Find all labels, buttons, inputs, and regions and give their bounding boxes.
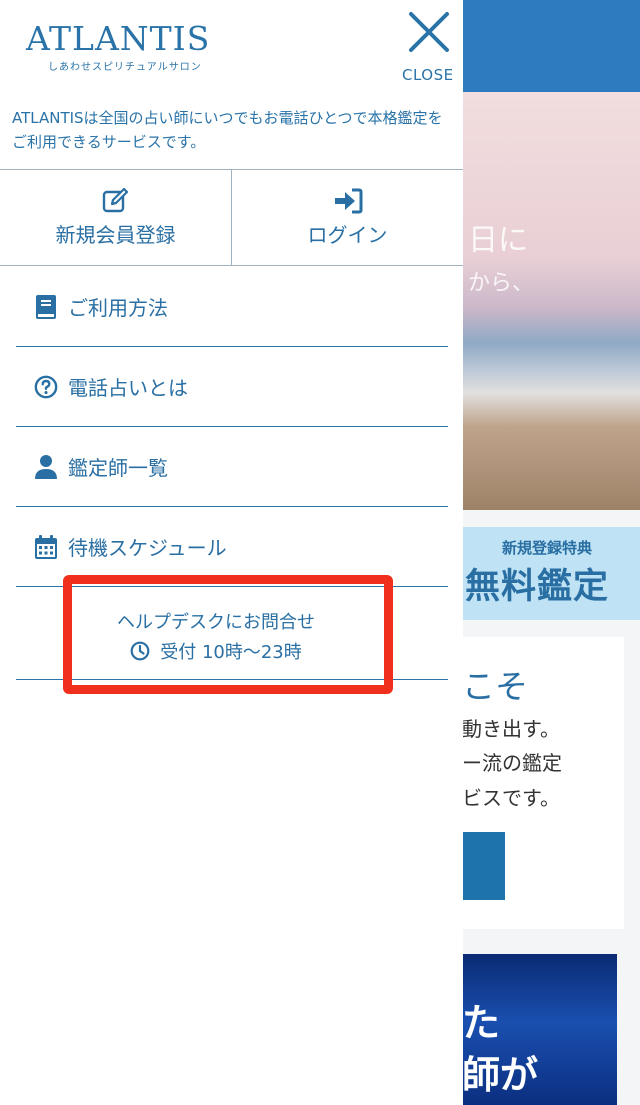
hero-text-line-2: から、 — [468, 271, 535, 296]
menu-item-how-to-use[interactable]: ご利用方法 — [16, 267, 448, 347]
auth-actions: 新規会員登録 ログイン — [0, 169, 463, 266]
book-icon — [34, 294, 58, 320]
clock-icon — [130, 641, 150, 661]
campaign-title: 無料鑑定 — [465, 567, 610, 607]
intro-card-heading: こそ — [462, 667, 528, 706]
bottom-banner-line-1: た — [462, 1001, 501, 1045]
close-label: CLOSE — [402, 66, 454, 84]
helpdesk-hours: 受付 10時〜23時 — [160, 642, 302, 663]
intro-card-button[interactable] — [463, 832, 505, 900]
login-icon — [334, 188, 362, 214]
menu-item-label: 鑑定師一覧 — [68, 456, 168, 480]
menu-item-label: 待機スケジュール — [68, 536, 227, 560]
intro-card-line-3: ビスです。 — [462, 786, 560, 810]
logo-title: ATLANTIS — [26, 19, 211, 58]
helpdesk-contact[interactable]: ヘルプデスクにお問合せ 受付 10時〜23時 — [16, 590, 448, 680]
user-icon — [34, 454, 58, 480]
navigation-drawer: ATLANTIS しあわせスピリチュアルサロン CLOSE ATLANTISは全… — [0, 0, 463, 1105]
campaign-subtitle: 新規登録特典 — [502, 539, 593, 557]
menu-item-fortune-tellers[interactable]: 鑑定師一覧 — [16, 427, 448, 507]
menu-item-label: ご利用方法 — [68, 296, 168, 320]
background-header — [463, 0, 640, 92]
login-button[interactable]: ログイン — [231, 170, 463, 265]
hero-text-line-1: 日に — [468, 223, 528, 258]
menu-item-schedule[interactable]: 待機スケジュール — [16, 507, 448, 587]
question-circle-icon — [34, 374, 58, 400]
helpdesk-title: ヘルプデスクにお問合せ — [117, 612, 315, 633]
helpdesk-hours-row: 受付 10時〜23時 — [16, 638, 416, 664]
calendar-icon — [34, 534, 58, 560]
close-icon — [409, 12, 449, 52]
service-description: ATLANTISは全国の占い師にいつでもお電話ひとつで本格鑑定をご利用できるサー… — [12, 109, 443, 151]
login-label: ログイン — [307, 223, 388, 247]
register-button[interactable]: 新規会員登録 — [0, 170, 231, 265]
menu-item-label: 電話占いとは — [68, 376, 188, 400]
intro-card-line-1: 動き出す。 — [462, 717, 560, 741]
brand-logo[interactable]: ATLANTIS しあわせスピリチュアルサロン — [26, 19, 211, 74]
register-label: 新規会員登録 — [55, 223, 176, 247]
logo-subtitle: しあわせスピリチュアルサロン — [48, 62, 202, 73]
intro-card-line-2: ー流の鑑定 — [462, 751, 562, 775]
edit-icon — [102, 187, 128, 213]
hero-image — [463, 92, 640, 510]
close-button[interactable]: CLOSE — [400, 10, 458, 88]
bottom-banner-line-2: 師が — [462, 1053, 539, 1097]
main-menu: ご利用方法 電話占いとは 鑑定師一覧 待機スケジュール — [16, 267, 448, 587]
menu-item-about-phone-reading[interactable]: 電話占いとは — [16, 347, 448, 427]
